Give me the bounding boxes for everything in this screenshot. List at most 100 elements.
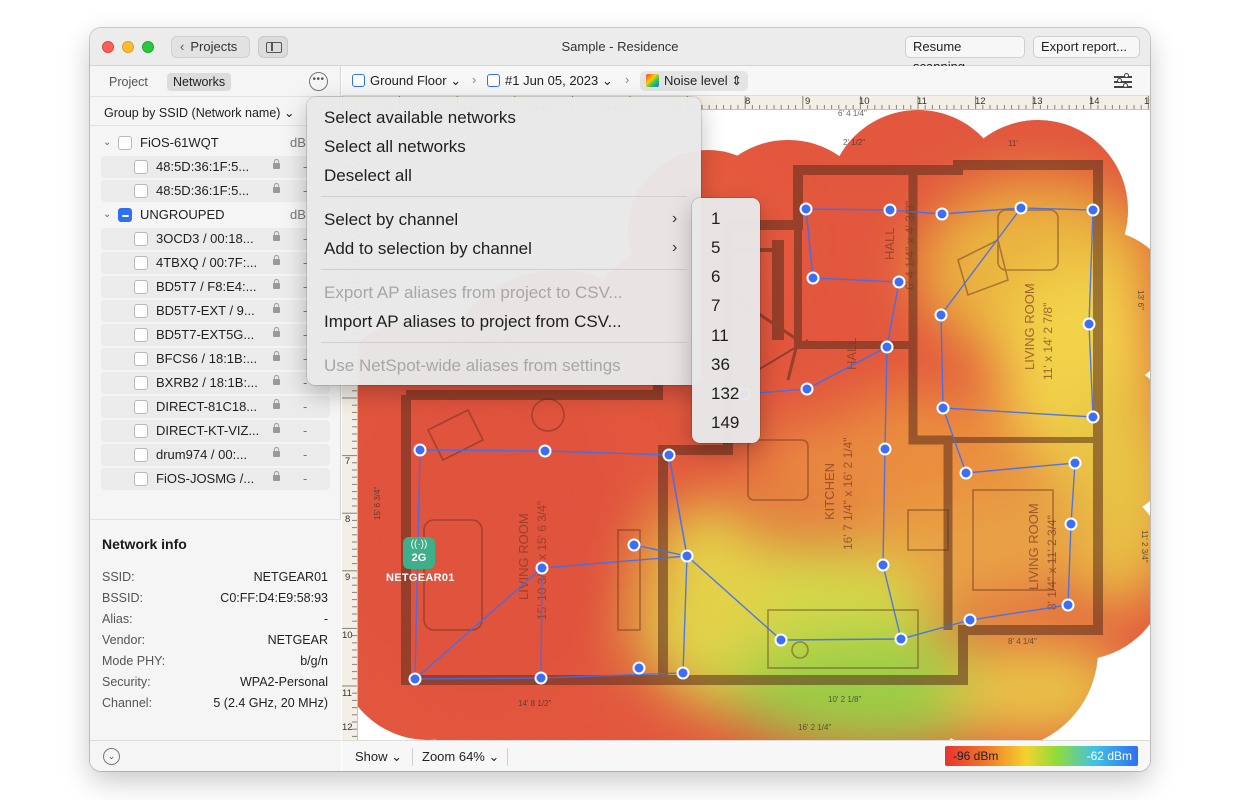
menu-item-import-aliases[interactable]: Import AP aliases to project from CSV... [324,312,622,332]
network-checkbox[interactable] [134,184,148,198]
info-value: WPA2-Personal [240,675,328,689]
network-row[interactable]: FiOS-JOSMG /... - [101,468,330,490]
network-checkbox[interactable] [134,256,148,270]
dimension-label: 2' 1/2" [843,138,865,147]
export-report-button[interactable]: Export report... [1033,36,1140,58]
network-checkbox[interactable] [134,424,148,438]
survey-selector[interactable]: #1 Jun 05, 2023 ⌄ [487,73,613,89]
group-checkbox[interactable] [118,136,132,150]
ruler-tick: 11 [342,688,352,699]
network-checkbox[interactable] [134,328,148,342]
network-row[interactable]: 4TBXQ / 00:7F:... - [101,252,330,274]
network-row[interactable]: DIRECT-81C18... - [101,396,330,418]
info-key: Vendor: [102,633,146,647]
room-label: LIVING ROOM [1026,503,1041,590]
channel-option[interactable]: 1 [711,209,720,229]
info-key: Mode PHY: [102,654,166,668]
menu-item-deselect-all[interactable]: Deselect all [324,166,412,186]
network-row[interactable]: 3OCD3 / 00:18... - [101,228,330,250]
dimension-label: 8' 4 1/4" [1008,637,1037,646]
disclosure-chevron-icon[interactable]: ⌄ [103,204,111,226]
group-checkbox[interactable] [118,208,132,222]
channel-option[interactable]: 11 [711,326,729,346]
show-menu[interactable]: Show ⌄ [355,749,402,765]
info-row: BSSID: C0:FF:D4:E9:58:93 [102,591,328,609]
channel-option[interactable]: 132 [711,384,739,404]
chevron-down-icon: ⌄ [601,73,613,88]
close-window-button[interactable] [102,41,114,53]
menu-item-select-all[interactable]: Select all networks [324,137,466,157]
network-label: 3OCD3 / 00:18... [156,231,254,246]
chevron-right-icon: › [472,72,477,87]
network-row[interactable]: BXRB2 / 18:1B:... - [101,372,330,394]
ruler-tick: 8 [745,96,751,107]
back-to-projects-button[interactable]: ‹ Projects [171,36,250,58]
floor-selector[interactable]: Ground Floor ⌄ [352,73,461,89]
network-checkbox[interactable] [134,160,148,174]
network-label: 48:5D:36:1F:5... [156,159,250,174]
group-by-select[interactable]: Group by SSID (Network name) ⌄ [104,105,294,120]
network-row[interactable]: drum974 / 00:... - [101,444,330,466]
network-row[interactable]: DIRECT-KT-VIZ... - [101,420,330,442]
network-checkbox[interactable] [134,448,148,462]
breadcrumb: Ground Floor ⌄ › #1 Jun 05, 2023 ⌄ › Noi… [342,66,1150,96]
menu-separator [321,269,687,270]
ruler-tick: 9 [805,96,811,107]
network-checkbox[interactable] [134,472,148,486]
more-options-icon[interactable]: ••• [309,72,328,91]
network-row[interactable]: BFCS6 / 18:1B:... - [101,348,330,370]
menu-item-export-aliases: Export AP aliases from project to CSV... [324,283,623,302]
network-checkbox[interactable] [134,304,148,318]
settings-sliders-icon[interactable] [1114,73,1132,88]
divider [412,748,413,766]
ruler-tick: 10 [342,630,353,641]
network-row[interactable]: BD5T7-EXT / 9... - [101,300,330,322]
resume-scanning-button[interactable]: Resume scanning [905,36,1025,74]
chevron-down-icon: ⌄ [488,749,500,764]
zoom-label: Zoom 64% [422,749,485,764]
zoom-menu[interactable]: Zoom 64% ⌄ [422,749,499,765]
chevron-right-icon: › [672,239,678,256]
channel-option[interactable]: 36 [711,355,730,375]
network-row[interactable]: 48:5D:36:1F:5... - [101,180,330,202]
network-row[interactable]: BD5T7 / F8:E4:... - [101,276,330,298]
lock-icon [273,351,280,361]
network-checkbox[interactable] [134,400,148,414]
zoom-window-button[interactable] [142,41,154,53]
menu-item-select-by-channel[interactable]: Select by channel [324,210,458,230]
visualization-selector[interactable]: Noise level ⇕ [640,71,749,91]
tab-project[interactable]: Project [103,73,154,91]
access-point-marker[interactable]: ((·)) 2G [403,537,435,569]
network-label: 4TBXQ / 00:7F:... [156,255,258,270]
disclosure-chevron-icon[interactable]: ⌄ [103,132,111,154]
ruler-tick: 14 [1089,96,1100,107]
network-options-menu: Select available networks Select all net… [307,97,701,385]
chevron-down-circle-icon[interactable]: ⌄ [103,748,120,765]
channel-option[interactable]: 5 [711,238,720,258]
network-value: - [303,423,308,438]
chevron-left-icon: ‹ [180,39,185,54]
tab-networks[interactable]: Networks [167,73,232,91]
sidebar-toggle-button[interactable] [258,36,288,58]
menu-item-add-by-channel[interactable]: Add to selection by channel [324,239,532,259]
network-row[interactable]: BD5T7-EXT5G... - [101,324,330,346]
network-group-row[interactable]: ⌄ FiOS-61WQT dB [100,132,330,154]
network-checkbox[interactable] [134,280,148,294]
network-checkbox[interactable] [134,376,148,390]
network-checkbox[interactable] [134,232,148,246]
network-label: FiOS-JOSMG /... [156,471,255,486]
bottom-bar: Show ⌄ Zoom 64% ⌄ -96 dBm -62 dBm [342,740,1150,771]
network-row[interactable]: 48:5D:36:1F:5... - [101,156,330,178]
dimension-label: 15' 6 3/4" [373,487,382,520]
minimize-window-button[interactable] [122,41,134,53]
channel-option[interactable]: 149 [711,413,739,433]
channel-option[interactable]: 7 [711,296,720,316]
channel-option[interactable]: 6 [711,267,720,287]
network-group-row[interactable]: ⌄ UNGROUPED dB [100,204,330,226]
network-checkbox[interactable] [134,352,148,366]
network-value: - [303,471,308,486]
menu-item-select-available[interactable]: Select available networks [324,108,516,128]
lock-icon [273,159,280,169]
dimension-label: 10' 2 1/8" [828,695,861,704]
network-label: BFCS6 / 18:1B:... [156,351,258,366]
